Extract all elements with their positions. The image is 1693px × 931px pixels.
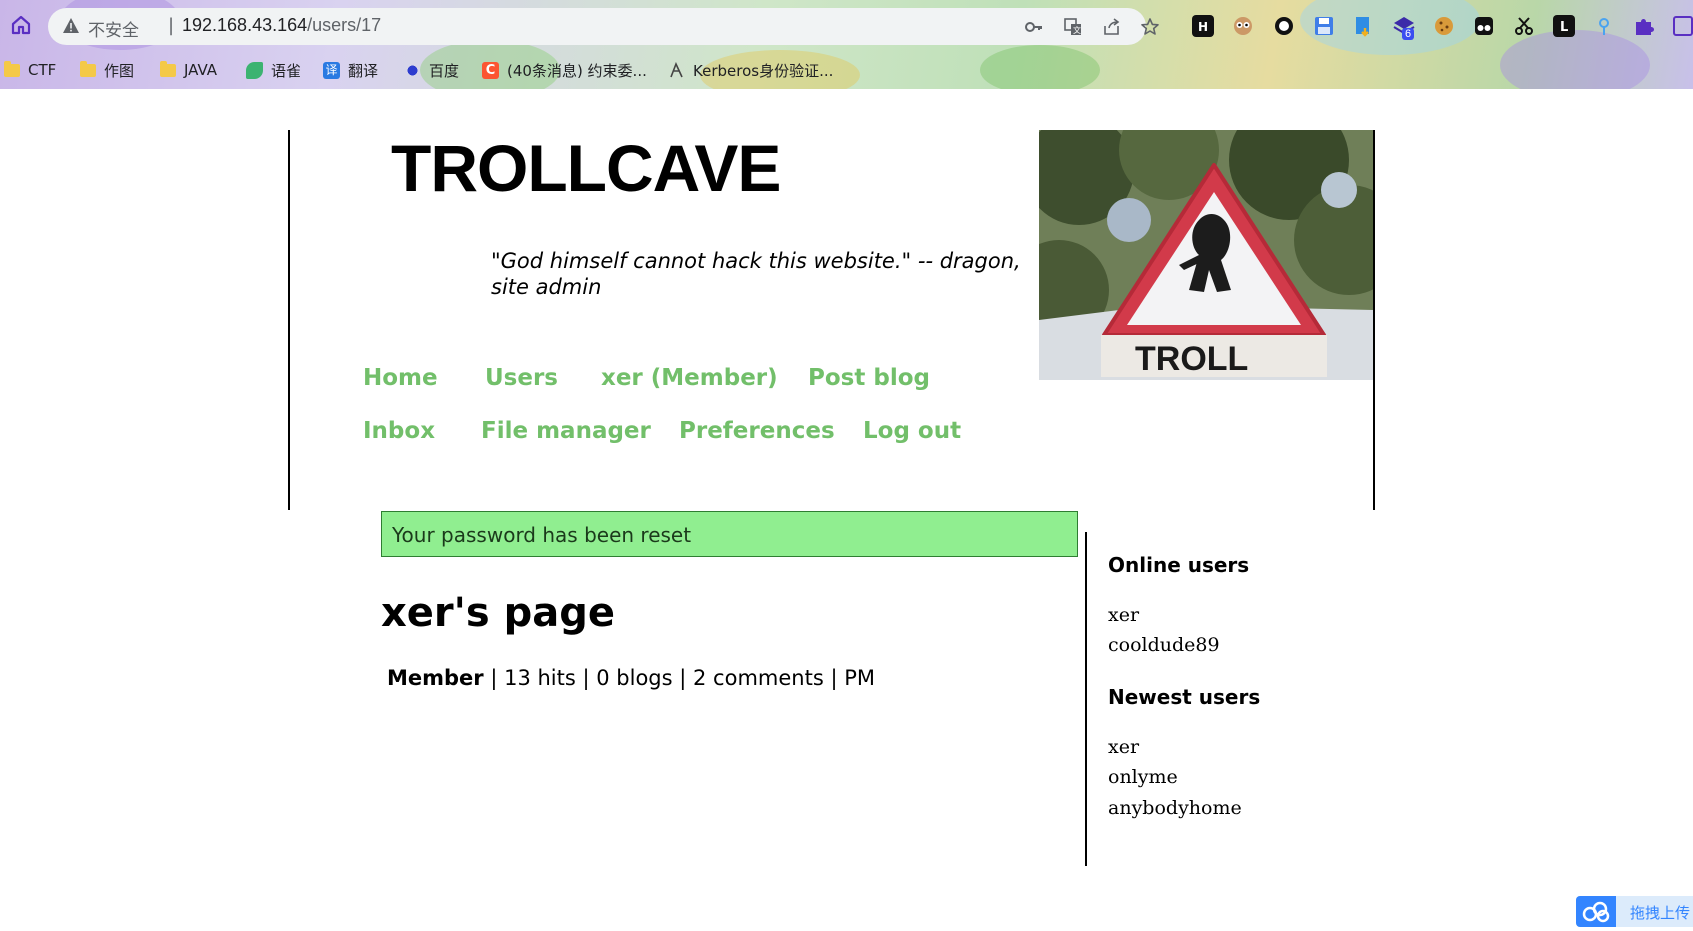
folder-icon bbox=[4, 60, 20, 77]
upload-label: 拖拽上传 bbox=[1630, 904, 1691, 922]
bookmark-java[interactable]: JAVA bbox=[160, 58, 217, 82]
bookmark-csdn[interactable]: C (40条消息) 约束委... bbox=[482, 58, 647, 82]
document-download-extension-icon[interactable] bbox=[1353, 15, 1375, 37]
translate-icon[interactable]: 文 bbox=[1063, 17, 1083, 37]
security-label: 不安全 bbox=[88, 21, 139, 41]
newest-user[interactable]: onlyme bbox=[1108, 766, 1178, 788]
ring-extension-icon[interactable] bbox=[1273, 15, 1295, 37]
profile-stats: Member | 13 hits | 0 blogs | 2 comments … bbox=[387, 666, 875, 690]
user-role: Member bbox=[387, 666, 484, 690]
cookie-extension-icon[interactable] bbox=[1433, 15, 1455, 37]
yuque-icon bbox=[246, 61, 263, 79]
address-bar[interactable]: 不安全 | 192.168.43.164/users/17 文 bbox=[48, 8, 1159, 45]
pin-extension-icon[interactable] bbox=[1593, 15, 1615, 37]
nav-file-manager[interactable]: File manager bbox=[481, 418, 651, 444]
success-alert: Your password has been reset bbox=[381, 511, 1078, 557]
blogs-count: 0 blogs bbox=[596, 666, 673, 690]
cloud-icon bbox=[1576, 896, 1616, 927]
folder-icon bbox=[160, 60, 176, 77]
sidebar-panel-icon[interactable] bbox=[1673, 15, 1693, 37]
translate-icon: 译 bbox=[323, 61, 340, 79]
bookmarks-bar: CTF 作图 JAVA 语雀 译翻译 百度 C (40条消息) 约束委... Ke… bbox=[0, 53, 1693, 89]
newest-user[interactable]: xer bbox=[1108, 736, 1139, 758]
share-icon[interactable] bbox=[1102, 17, 1122, 37]
newest-users-heading: Newest users bbox=[1108, 685, 1261, 709]
separator: | bbox=[168, 15, 175, 36]
nav-users[interactable]: Users bbox=[485, 365, 558, 391]
csdn-icon: C bbox=[482, 61, 499, 79]
nav-post-blog[interactable]: Post blog bbox=[808, 365, 930, 391]
owl-extension-icon[interactable] bbox=[1232, 15, 1254, 37]
bookmark-drawing[interactable]: 作图 bbox=[80, 58, 134, 82]
bookmark-yuque[interactable]: 语雀 bbox=[246, 58, 301, 82]
alert-message: Your password has been reset bbox=[392, 523, 692, 547]
home-icon[interactable] bbox=[10, 14, 32, 36]
troll-sign-text: TROLL bbox=[1135, 340, 1248, 378]
nav-log-out[interactable]: Log out bbox=[863, 418, 961, 444]
browser-chrome: 不安全 | 192.168.43.164/users/17 文 H 6 L CT… bbox=[0, 0, 1693, 89]
bookmark-ctf[interactable]: CTF bbox=[4, 58, 56, 82]
key-icon[interactable] bbox=[1024, 17, 1044, 37]
scissors-extension-icon[interactable] bbox=[1513, 15, 1535, 37]
extension-badge: 6 bbox=[1402, 28, 1415, 40]
warning-icon[interactable] bbox=[62, 17, 80, 35]
nav-profile[interactable]: xer (Member) bbox=[601, 365, 778, 391]
page-title: xer's page bbox=[381, 590, 616, 636]
site-title: TROLLCAVE bbox=[391, 131, 781, 205]
header-left-border bbox=[288, 130, 290, 510]
browser-toolbar: 不安全 | 192.168.43.164/users/17 文 H 6 L bbox=[0, 0, 1693, 53]
baidu-icon bbox=[404, 61, 421, 79]
hackbar-extension-icon[interactable]: H bbox=[1192, 15, 1214, 37]
svg-text:H: H bbox=[1198, 20, 1208, 34]
url-text[interactable]: 192.168.43.164/users/17 bbox=[182, 15, 381, 36]
svg-text:文: 文 bbox=[1073, 25, 1081, 35]
nav-home[interactable]: Home bbox=[363, 365, 438, 391]
nav-inbox[interactable]: Inbox bbox=[363, 418, 435, 444]
svg-text:L: L bbox=[1560, 20, 1568, 35]
online-user[interactable]: xer bbox=[1108, 604, 1139, 626]
drag-upload-widget[interactable]: 拖拽上传 bbox=[1576, 896, 1693, 927]
comments-count: 2 comments bbox=[693, 666, 824, 690]
sidebar-border bbox=[1085, 532, 1087, 866]
pm-link[interactable]: PM bbox=[844, 666, 875, 690]
puzzle-extension-icon[interactable] bbox=[1633, 15, 1655, 37]
troll-sign-image: TROLL bbox=[1039, 130, 1373, 380]
newest-user[interactable]: anybodyhome bbox=[1108, 797, 1242, 819]
bookmark-star-icon[interactable] bbox=[1140, 17, 1160, 37]
folder-icon bbox=[80, 60, 96, 77]
nav-preferences[interactable]: Preferences bbox=[679, 418, 835, 444]
bookmark-kerberos[interactable]: Kerberos身份验证... bbox=[668, 58, 833, 82]
save-extension-icon[interactable] bbox=[1313, 15, 1335, 37]
bookmark-translate[interactable]: 译翻译 bbox=[323, 58, 378, 82]
hits-count: 13 hits bbox=[504, 666, 576, 690]
incognito-extension-icon[interactable] bbox=[1473, 15, 1495, 37]
online-users-heading: Online users bbox=[1108, 553, 1250, 577]
online-user[interactable]: cooldude89 bbox=[1108, 634, 1220, 656]
bookmark-baidu[interactable]: 百度 bbox=[404, 58, 459, 82]
site-quote: "God himself cannot hack this website." … bbox=[491, 249, 1021, 299]
l-extension-icon[interactable]: L bbox=[1553, 15, 1575, 37]
header-right-border bbox=[1373, 130, 1375, 510]
kerberos-icon bbox=[668, 61, 685, 79]
